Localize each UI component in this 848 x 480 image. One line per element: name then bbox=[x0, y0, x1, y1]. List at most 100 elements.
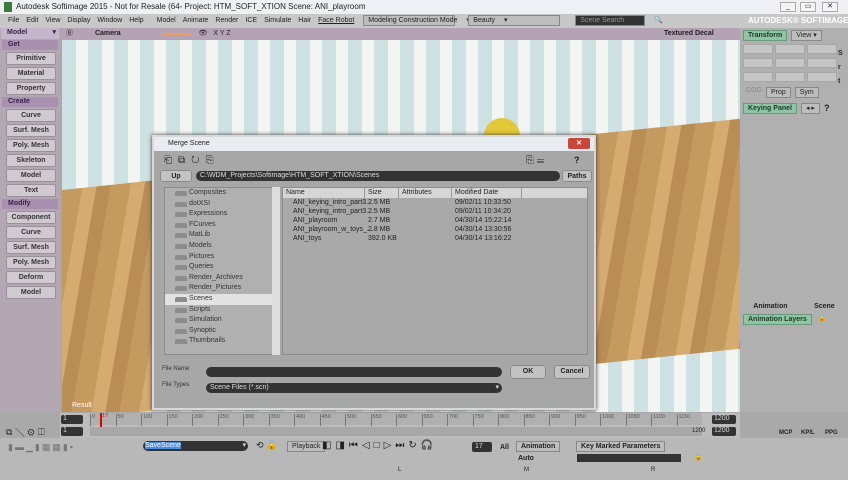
cancel-button[interactable]: Cancel bbox=[554, 365, 590, 379]
create-curve-button[interactable]: Curve bbox=[6, 109, 56, 122]
auto-key-button[interactable]: Auto bbox=[518, 455, 534, 462]
folder-item[interactable]: Render_Pictures bbox=[165, 283, 279, 294]
translate-button[interactable]: t bbox=[838, 78, 840, 85]
folder-item[interactable]: Render_Archives bbox=[165, 273, 279, 284]
folder-item[interactable]: FCurves bbox=[165, 220, 279, 231]
modify-poly-mesh-button[interactable]: Poly. Mesh bbox=[6, 256, 56, 269]
folder-item[interactable]: Scenes bbox=[165, 293, 279, 305]
folder-item[interactable]: Models bbox=[165, 241, 279, 252]
menu-animate[interactable]: Animate bbox=[183, 17, 209, 24]
folder-item[interactable]: MatLib bbox=[165, 230, 279, 241]
modify-surf-mesh-button[interactable]: Surf. Mesh bbox=[6, 241, 56, 254]
path-field[interactable]: C:\WDM_Projects\Softimage\HTM_SOFT_XTION… bbox=[196, 171, 560, 181]
timeline-ruler[interactable]: 0 50 100 150 200 250 300 350 400 450 500 550 600 650 7… bbox=[90, 413, 702, 426]
menu-edit[interactable]: Edit bbox=[26, 17, 38, 24]
menu-model[interactable]: Model bbox=[157, 17, 176, 24]
menu-display[interactable]: Display bbox=[67, 17, 90, 24]
lock-icon[interactable]: 🔒 bbox=[818, 314, 827, 325]
dialog-toolbar-icons[interactable]: ⎗⧉↻⎘ bbox=[164, 155, 220, 166]
folder-item[interactable]: Composites bbox=[165, 188, 279, 199]
menu-ice[interactable]: ICE bbox=[245, 17, 257, 24]
range-slider[interactable] bbox=[90, 427, 702, 436]
folder-item[interactable]: Synoptic bbox=[165, 326, 279, 337]
create-text-button[interactable]: Text bbox=[6, 184, 56, 197]
kpl-tab[interactable]: KP/L bbox=[801, 430, 815, 436]
material-button[interactable]: Material bbox=[6, 67, 56, 80]
column-size[interactable]: Size bbox=[365, 188, 399, 198]
create-model-button[interactable]: Model bbox=[6, 169, 56, 182]
key-nav-buttons[interactable]: ◂ ▸ bbox=[800, 103, 820, 114]
playback-controls[interactable]: ◧◨⏮◁□▷⏭↻🎧 bbox=[322, 440, 437, 451]
dialog-close-button[interactable]: ✕ bbox=[568, 138, 590, 149]
menu-face-robot[interactable]: Face Robot bbox=[318, 17, 354, 24]
paths-button[interactable]: Paths bbox=[562, 170, 592, 182]
column-name[interactable]: Name bbox=[283, 188, 365, 198]
menu-simulate[interactable]: Simulate bbox=[264, 17, 291, 24]
ppg-tab[interactable]: PPG bbox=[825, 430, 838, 436]
file-types-dropdown[interactable]: Scene Files (*.scn) ▾ bbox=[206, 383, 502, 393]
view-dropdown[interactable]: View ▾ bbox=[791, 30, 822, 41]
search-icon[interactable]: 🔍 bbox=[654, 17, 663, 24]
cog-button[interactable]: COG bbox=[746, 87, 762, 98]
animation-button[interactable]: Animation bbox=[516, 441, 561, 452]
folder-item[interactable]: Thumbnails bbox=[165, 336, 279, 347]
key-marked-parameters-button[interactable]: Key Marked Parameters bbox=[576, 441, 666, 452]
create-skeleton-button[interactable]: Skeleton bbox=[6, 154, 56, 167]
scene-search-input[interactable]: Scene Search bbox=[575, 15, 646, 26]
folder-item[interactable]: dotXSI bbox=[165, 199, 279, 210]
help-button[interactable]: ? bbox=[824, 103, 830, 114]
create-poly-mesh-button[interactable]: Poly. Mesh bbox=[6, 139, 56, 152]
up-button[interactable]: Up bbox=[160, 170, 192, 182]
display-mode-dropdown[interactable]: Textured Decal bbox=[664, 28, 714, 40]
prop-button[interactable]: Prop bbox=[765, 87, 791, 98]
folder-item[interactable]: Pictures bbox=[165, 252, 279, 263]
sym-button[interactable]: Sym bbox=[794, 87, 819, 98]
modify-component-button[interactable]: Component bbox=[6, 211, 56, 224]
scale-button[interactable]: S bbox=[838, 50, 843, 57]
current-frame-field[interactable]: 17 bbox=[472, 442, 492, 452]
close-button[interactable]: ✕ bbox=[822, 2, 838, 12]
file-row[interactable]: ANI_playroom 2.7 MB 04/30/14 15:22:14 bbox=[283, 216, 587, 225]
keying-panel-button[interactable]: Keying Panel bbox=[743, 103, 797, 114]
modify-deform-button[interactable]: Deform bbox=[6, 271, 56, 284]
view-mode-icons[interactable]: ⎘ ☰ bbox=[526, 155, 544, 166]
file-row[interactable]: ANI_playroom_w_toys_... 2.8 MB 04/30/14 13… bbox=[283, 225, 587, 234]
mcp-tab[interactable]: MCP bbox=[779, 430, 792, 436]
transform-button[interactable]: Transform bbox=[743, 30, 788, 41]
folder-item[interactable]: Queries bbox=[165, 262, 279, 273]
command-line[interactable]: SaveScene ▾ bbox=[143, 441, 248, 451]
tab-scene[interactable]: Scene bbox=[814, 303, 835, 310]
toolbar-mode-dropdown[interactable]: Model ▾ bbox=[1, 28, 59, 39]
modify-curve-button[interactable]: Curve bbox=[6, 226, 56, 239]
folder-item[interactable]: Expressions bbox=[165, 209, 279, 220]
viewport-letter-b[interactable]: Ⓑ bbox=[66, 30, 73, 37]
range-end-field[interactable]: 1200 bbox=[712, 427, 736, 436]
range-start-field[interactable]: 1 bbox=[61, 427, 83, 436]
menu-hair[interactable]: Hair bbox=[298, 17, 311, 24]
menu-view[interactable]: View bbox=[45, 17, 60, 24]
timeline-end-field[interactable]: 1200 bbox=[712, 415, 736, 424]
file-row[interactable]: ANI_keying_intro_part3... 2.5 MB 09/02/11 … bbox=[283, 207, 587, 216]
tool-icons[interactable]: ⧉╲⚙◫ bbox=[6, 427, 48, 438]
all-button[interactable]: All bbox=[500, 444, 509, 451]
create-surf-mesh-button[interactable]: Surf. Mesh bbox=[6, 124, 56, 137]
column-modified-date[interactable]: Modified Date bbox=[452, 188, 522, 198]
render-preset-dropdown[interactable]: Beauty ▾ bbox=[468, 15, 561, 26]
modify-model-button[interactable]: Model bbox=[6, 286, 56, 299]
file-name-input[interactable] bbox=[206, 367, 502, 377]
menu-help[interactable]: Help bbox=[129, 17, 143, 24]
construction-mode-dropdown[interactable]: Modeling Construction Mode ▾ bbox=[363, 15, 470, 26]
folder-item[interactable]: Scripts bbox=[165, 305, 279, 316]
script-editor-icons[interactable]: ⟲ 🔓 bbox=[256, 440, 277, 451]
view-buttons[interactable]: ▬▬▬▬ bbox=[163, 30, 191, 37]
timeline[interactable]: 1 1 0 50 100 150 200 250 300 350 400 450 500 550 600… bbox=[60, 413, 740, 438]
dialog-help-button[interactable]: ? bbox=[574, 155, 580, 165]
eye-icon[interactable]: 👁 bbox=[199, 30, 208, 37]
lock-icon-bottom[interactable]: 🔒 bbox=[694, 453, 703, 461]
maximize-button[interactable]: ▭ bbox=[800, 2, 816, 12]
menu-render[interactable]: Render bbox=[215, 17, 238, 24]
menu-file[interactable]: File bbox=[8, 17, 19, 24]
primitive-button[interactable]: Primitive bbox=[6, 52, 56, 65]
menu-window[interactable]: Window bbox=[97, 17, 122, 24]
property-button[interactable]: Property bbox=[6, 82, 56, 95]
